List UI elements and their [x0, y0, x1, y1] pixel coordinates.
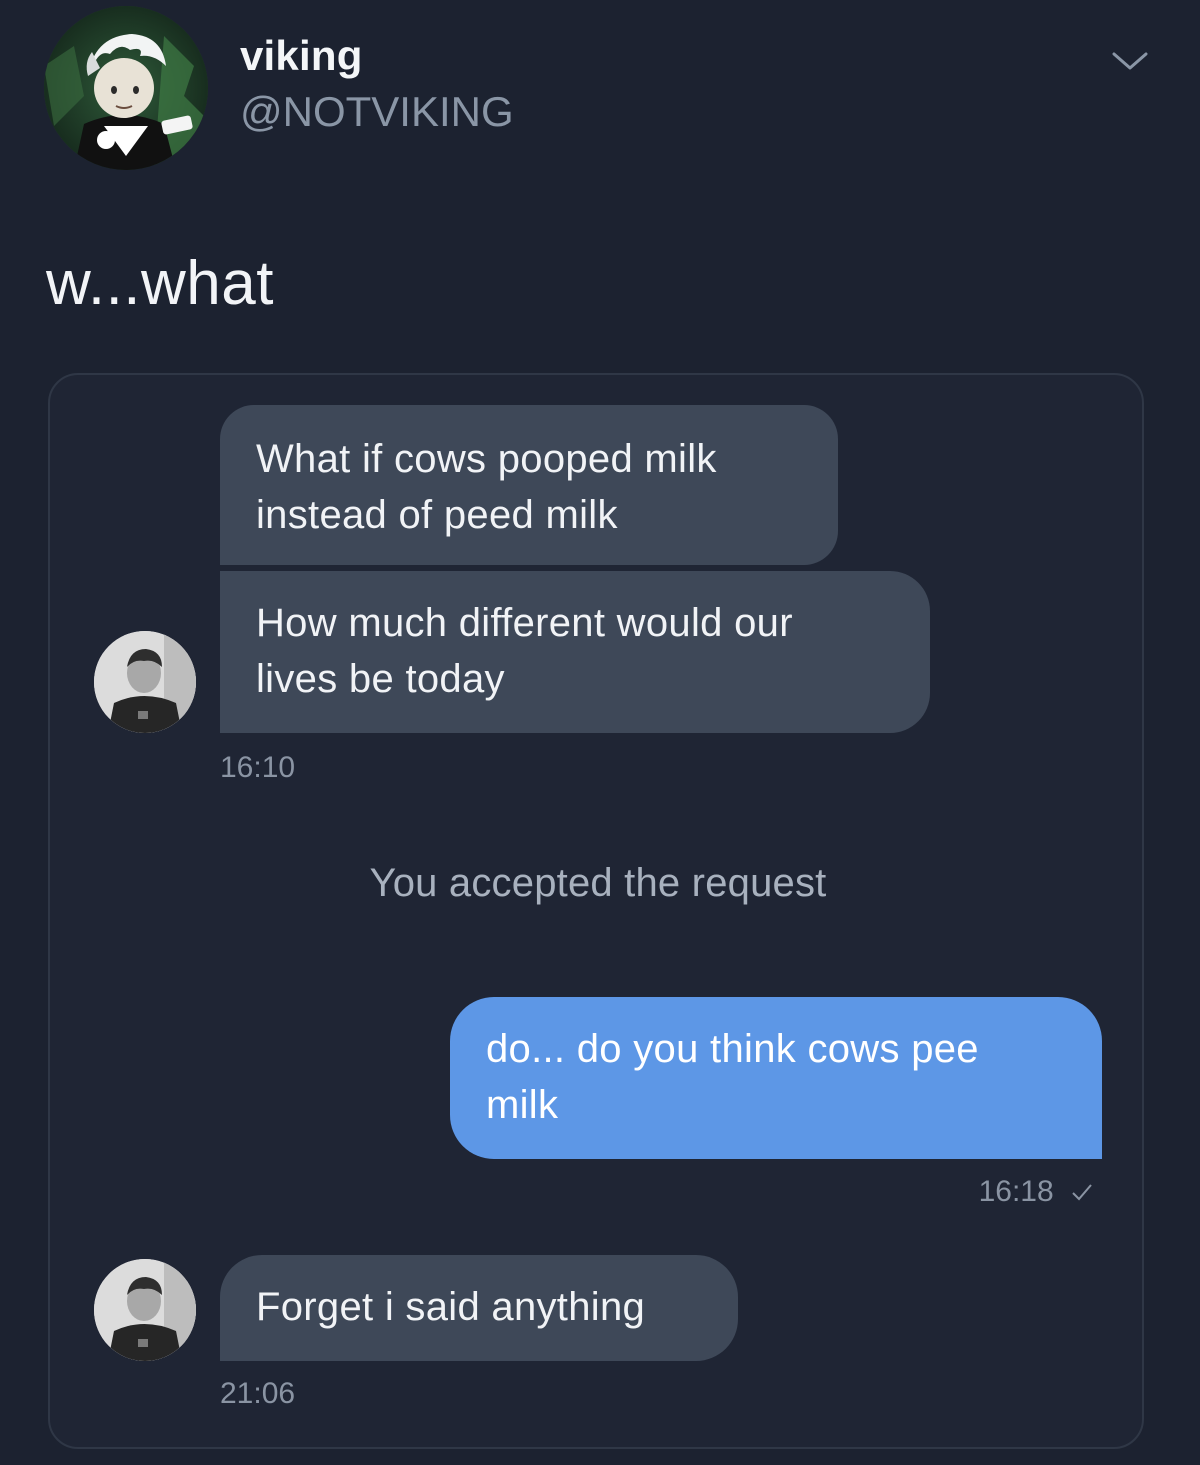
sender-avatar [94, 631, 196, 733]
message-bubble-incoming: Forget i said anything [220, 1255, 738, 1361]
chevron-down-icon[interactable] [1110, 46, 1150, 76]
checkmark-icon [1070, 1176, 1094, 1210]
timestamp-text: 16:18 [978, 1175, 1054, 1208]
cartoon-avatar-icon [44, 6, 208, 170]
sender-avatar [94, 1259, 196, 1361]
message-timestamp: 21:06 [220, 1377, 296, 1410]
message-bubble-outgoing: do... do you think cows pee milk [450, 997, 1102, 1159]
user-handle[interactable]: @NOTVIKING [240, 88, 514, 136]
attached-screenshot[interactable]: What if cows pooped milk instead of peed… [48, 373, 1144, 1449]
message-line: lives be today [256, 657, 505, 701]
message-timestamp: 16:18 [979, 1175, 1094, 1210]
message-line: do... do you think cows pee [486, 1027, 979, 1071]
display-name[interactable]: viking [240, 32, 363, 80]
message-line: How much different would our [256, 601, 793, 645]
message-line: milk [486, 1083, 559, 1127]
message-line: instead of peed milk [256, 493, 618, 537]
message-line: What if cows pooped milk [256, 437, 717, 481]
message-line: Forget i said anything [256, 1285, 646, 1329]
person-photo-icon [94, 1259, 196, 1361]
author-avatar[interactable] [44, 6, 208, 170]
person-photo-icon [94, 631, 196, 733]
request-accepted-note: You accepted the request [369, 861, 827, 905]
tweet-header: viking @NOTVIKING [0, 0, 1200, 200]
message-timestamp: 16:10 [220, 751, 296, 784]
message-bubble-incoming: What if cows pooped milk instead of peed… [220, 405, 838, 565]
message-bubble-incoming: How much different would our lives be to… [220, 571, 930, 733]
tweet-text: w...what [46, 249, 274, 318]
